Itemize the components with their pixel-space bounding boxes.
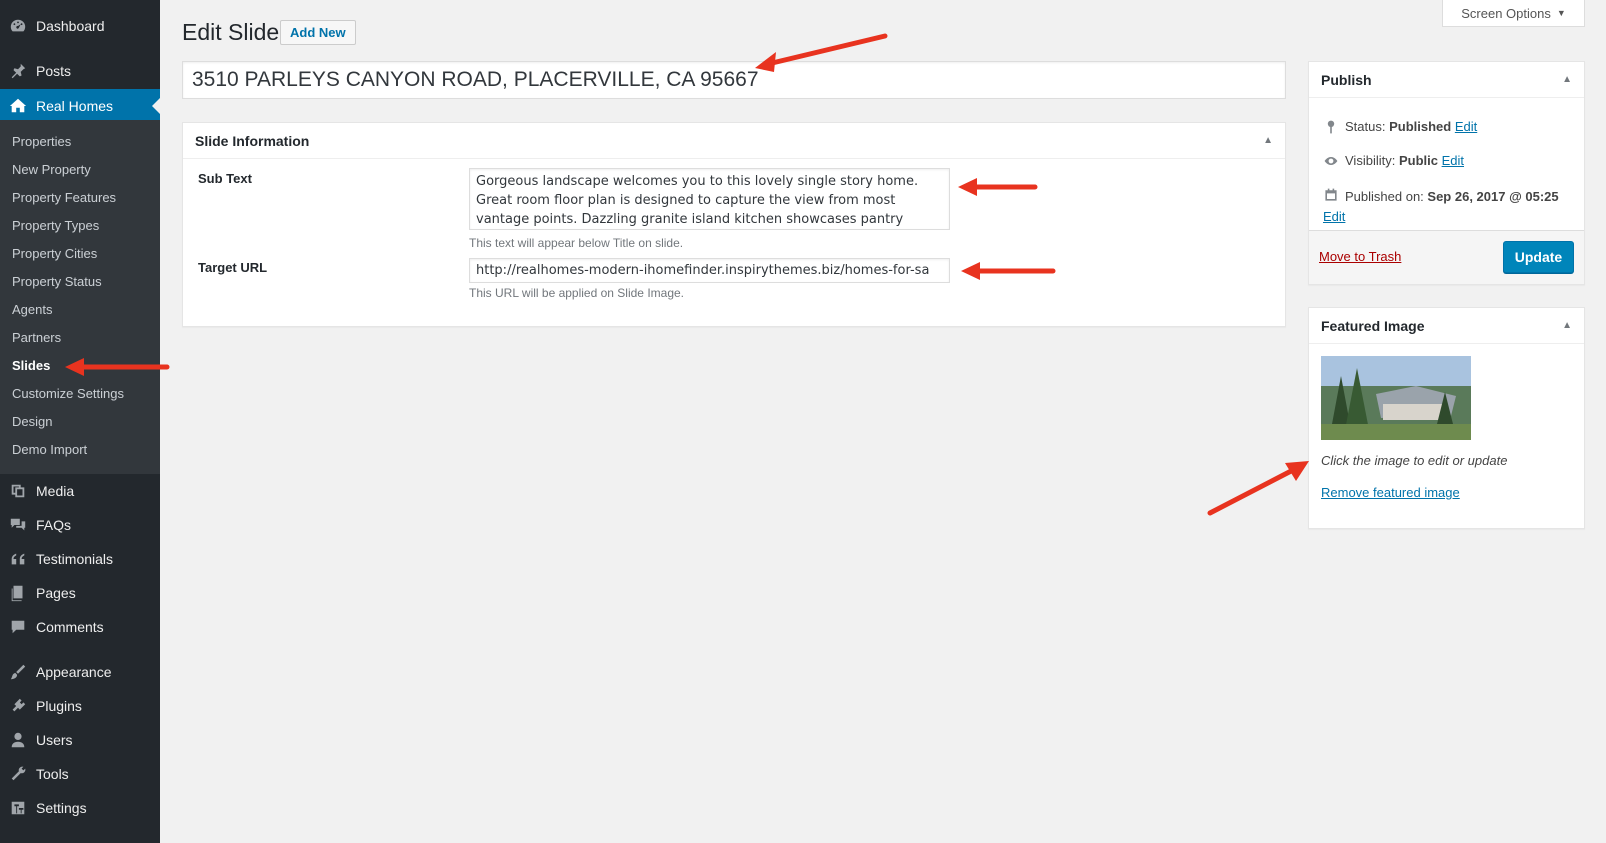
status-row: Status: Published Edit — [1323, 119, 1477, 135]
homes-icon — [0, 97, 36, 115]
submenu-property-features[interactable]: Property Features — [12, 190, 116, 205]
collapse-arrow-icon[interactable]: ▲ — [1263, 135, 1273, 146]
menu-label: Users — [36, 732, 73, 748]
annotation-arrow-featured — [1207, 461, 1309, 516]
menu-posts[interactable]: Posts — [0, 54, 160, 88]
slide-information-header[interactable]: Slide Information ▲ — [183, 123, 1285, 159]
settings-icon — [0, 799, 36, 817]
slide-information-title: Slide Information — [195, 132, 310, 149]
status-edit-link[interactable]: Edit — [1455, 119, 1477, 134]
sub-text-field[interactable]: Gorgeous landscape welcomes you to this … — [469, 168, 950, 230]
plugin-icon — [0, 697, 36, 715]
quote-icon — [0, 550, 36, 568]
key-icon — [1327, 120, 1335, 134]
submenu-partners[interactable]: Partners — [12, 330, 61, 345]
menu-settings[interactable]: Settings — [0, 791, 160, 825]
menu-appearance[interactable]: Appearance — [0, 655, 160, 689]
dashboard-icon — [0, 17, 36, 35]
menu-label: Testimonials — [36, 551, 114, 567]
submenu-demo-import[interactable]: Demo Import — [12, 442, 87, 457]
menu-label: Posts — [36, 63, 72, 79]
admin-sidebar: Dashboard Posts Real Homes Properties Ne… — [0, 0, 160, 843]
pin-icon — [0, 62, 36, 80]
target-url-description: This URL will be applied on Slide Image. — [469, 286, 684, 300]
menu-tools[interactable]: Tools — [0, 757, 160, 791]
publish-actions: Move to Trash Update — [1309, 230, 1584, 284]
published-edit-link[interactable]: Edit — [1323, 209, 1345, 224]
published-label: Published on: — [1345, 189, 1424, 204]
slide-information-box: Slide Information ▲ Sub Text Gorgeous la… — [182, 122, 1286, 327]
menu-comments[interactable]: Comments — [0, 610, 160, 644]
screen-options-label: Screen Options — [1461, 5, 1551, 21]
submenu-properties[interactable]: Properties — [12, 134, 71, 149]
collapse-arrow-icon[interactable]: ▲ — [1562, 320, 1572, 331]
visibility-label: Visibility: — [1345, 153, 1396, 168]
real-homes-submenu: Properties New Property Property Feature… — [0, 120, 160, 474]
brush-icon — [0, 663, 36, 681]
wrench-icon — [0, 765, 36, 783]
menu-dashboard[interactable]: Dashboard — [0, 9, 160, 43]
menu-label: Dashboard — [36, 18, 105, 34]
menu-label: Real Homes — [36, 98, 114, 114]
featured-image-box: Featured Image ▲ Click the image to edit… — [1308, 307, 1585, 529]
collapse-arrow-icon[interactable]: ▲ — [1562, 74, 1572, 85]
menu-label: Plugins — [36, 698, 82, 714]
publish-box: Publish ▲ Status: Published Edit Visibil… — [1308, 61, 1585, 285]
menu-real-homes[interactable]: Real Homes — [0, 89, 160, 123]
submenu-new-property[interactable]: New Property — [12, 162, 91, 177]
comments-icon — [0, 516, 36, 534]
update-button[interactable]: Update — [1503, 241, 1574, 273]
menu-label: Pages — [36, 585, 76, 601]
submenu-property-cities[interactable]: Property Cities — [12, 246, 97, 261]
eye-icon — [1324, 157, 1338, 165]
menu-label: Appearance — [36, 664, 112, 680]
menu-users[interactable]: Users — [0, 723, 160, 757]
comment-icon — [0, 618, 36, 636]
submenu-agents[interactable]: Agents — [12, 302, 52, 317]
publish-header[interactable]: Publish ▲ — [1309, 62, 1584, 98]
menu-label: Comments — [36, 619, 104, 635]
status-value: Published — [1389, 119, 1452, 134]
visibility-row: Visibility: Public Edit — [1323, 153, 1464, 169]
status-label: Status: — [1345, 119, 1386, 134]
published-value: Sep 26, 2017 @ 05:25 — [1427, 189, 1559, 204]
post-title-input[interactable] — [182, 61, 1286, 99]
submenu-property-status[interactable]: Property Status — [12, 274, 102, 289]
menu-label: FAQs — [36, 517, 72, 533]
submenu-property-types[interactable]: Property Types — [12, 218, 99, 233]
menu-testimonials[interactable]: Testimonials — [0, 542, 160, 576]
menu-label: Settings — [36, 800, 87, 816]
featured-image-title: Featured Image — [1321, 317, 1425, 334]
remove-featured-image-link[interactable]: Remove featured image — [1321, 485, 1460, 500]
visibility-value: Public — [1398, 153, 1438, 168]
featured-image-header[interactable]: Featured Image ▲ — [1309, 308, 1584, 344]
menu-pages[interactable]: Pages — [0, 576, 160, 610]
calendar-icon — [1325, 188, 1337, 201]
target-url-label: Target URL — [198, 260, 268, 275]
menu-label: Media — [36, 483, 75, 499]
target-url-field[interactable] — [469, 258, 950, 283]
visibility-edit-link[interactable]: Edit — [1442, 153, 1464, 168]
pages-icon — [0, 584, 36, 602]
submenu-slides[interactable]: Slides — [12, 358, 50, 373]
sub-text-description: This text will appear below Title on sli… — [469, 236, 684, 250]
publish-title: Publish — [1321, 71, 1372, 88]
media-icon — [0, 482, 36, 500]
submenu-design[interactable]: Design — [12, 414, 52, 429]
caret-down-icon: ▼ — [1556, 8, 1566, 18]
featured-image-hint: Click the image to edit or update — [1321, 453, 1508, 468]
screen-options-button[interactable]: Screen Options ▼ — [1442, 0, 1585, 27]
move-to-trash-link[interactable]: Move to Trash — [1319, 249, 1401, 264]
user-icon — [0, 731, 36, 749]
add-new-button[interactable]: Add New — [280, 20, 356, 45]
menu-label: Tools — [36, 766, 69, 782]
menu-media[interactable]: Media — [0, 474, 160, 508]
published-on-row: Published on: Sep 26, 2017 @ 05:25 Edit — [1323, 187, 1578, 227]
sub-text-label: Sub Text — [198, 171, 252, 186]
menu-plugins[interactable]: Plugins — [0, 689, 160, 723]
menu-faqs[interactable]: FAQs — [0, 508, 160, 542]
page-title: Edit Slide — [182, 19, 280, 45]
featured-image-thumbnail[interactable] — [1321, 356, 1471, 440]
submenu-customize-settings[interactable]: Customize Settings — [12, 386, 124, 401]
